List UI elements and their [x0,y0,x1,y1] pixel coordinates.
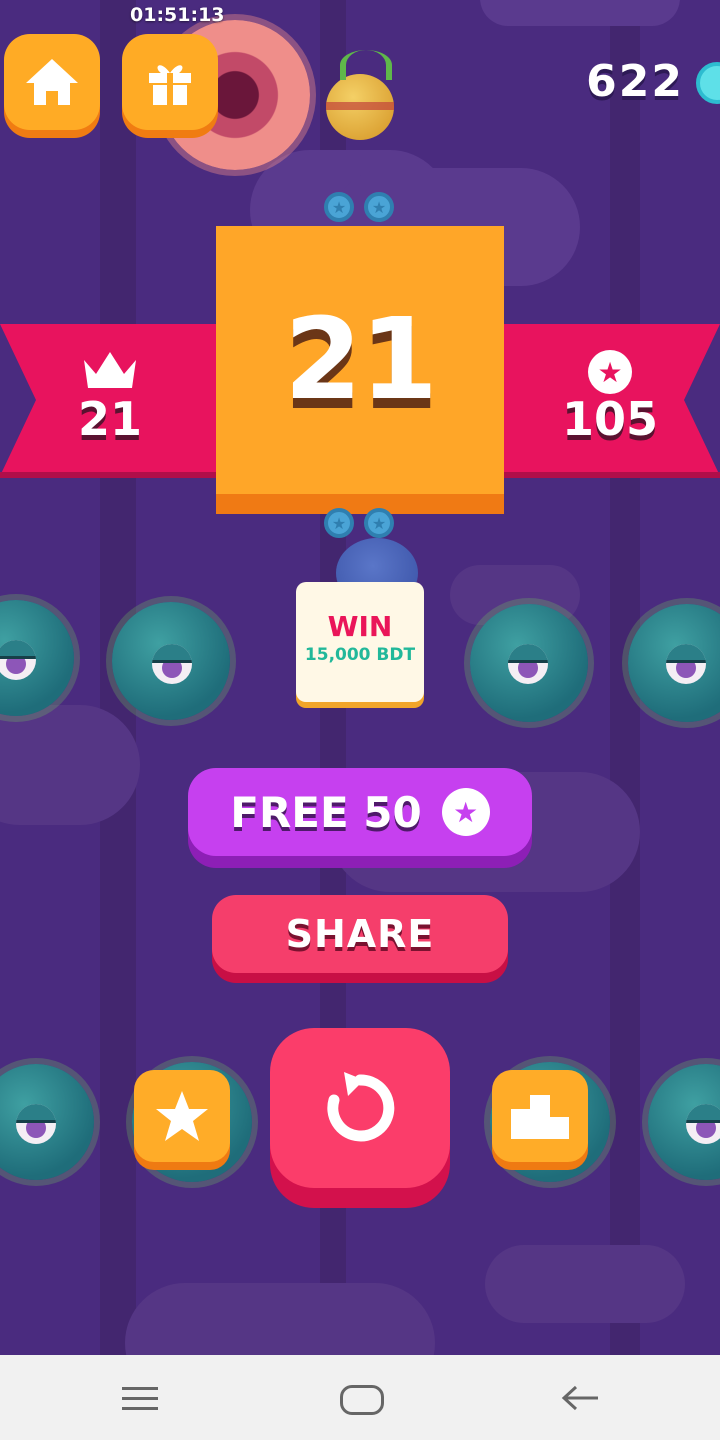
best-score: 21 [77,392,142,446]
coin-count: 622 [586,56,684,107]
cyan-gem-icon [696,62,720,104]
replay-icon [327,1072,395,1142]
spiky-monster [0,1064,94,1180]
win-prize: 15,000 BDT [304,645,416,665]
star-icon: ★ [441,788,490,836]
fruit [326,74,394,140]
bg-cloud [0,705,140,825]
home-icon [26,59,78,105]
spiky-monster [470,604,588,722]
gift-icon [149,65,191,105]
spiky-monster [628,604,720,722]
share-button-label: SHARE [285,912,435,956]
bg-cloud [480,0,680,26]
spiky-monster [648,1064,720,1180]
status-time: 01:51:13 [130,4,225,26]
home-button[interactable] [4,34,100,130]
rate-button[interactable] [134,1070,230,1162]
current-score: 21 [284,295,438,425]
blue-dot-icon: ★ [364,508,394,538]
podium-icon [511,1095,569,1139]
game-screen: 622 ★ ★ 21 ★ 105 21 ★ ★ WIN 15,000 BDT F… [0,0,720,1355]
blue-dot-icon: ★ [324,192,354,222]
free-coins-button[interactable]: FREE 50 ★ [188,768,532,856]
bg-cloud [485,1245,685,1323]
bg-cloud [125,1283,435,1355]
back-arrow-icon[interactable] [560,1383,600,1413]
score-box: 21 [216,226,504,494]
leaderboard-button[interactable] [492,1070,588,1162]
spiky-monster [0,600,74,716]
replay-button[interactable] [270,1028,450,1188]
star-icon [156,1091,208,1141]
win-title: WIN [327,610,393,643]
win-promo-card[interactable]: WIN 15,000 BDT [296,582,424,702]
home-pill-icon[interactable] [340,1385,384,1415]
total-stars: 105 [561,392,659,446]
fruit-leaves [340,50,392,80]
system-nav-bar [0,1355,720,1440]
free-button-label: FREE 50 [230,787,422,837]
gift-button[interactable] [122,34,218,130]
blue-dot-icon: ★ [364,192,394,222]
spiky-monster [112,602,230,720]
star-icon: ★ [588,350,632,394]
menu-icon[interactable] [122,1387,158,1410]
share-button[interactable]: SHARE [212,895,508,973]
crown-icon [84,352,136,388]
blue-dot-icon: ★ [324,508,354,538]
